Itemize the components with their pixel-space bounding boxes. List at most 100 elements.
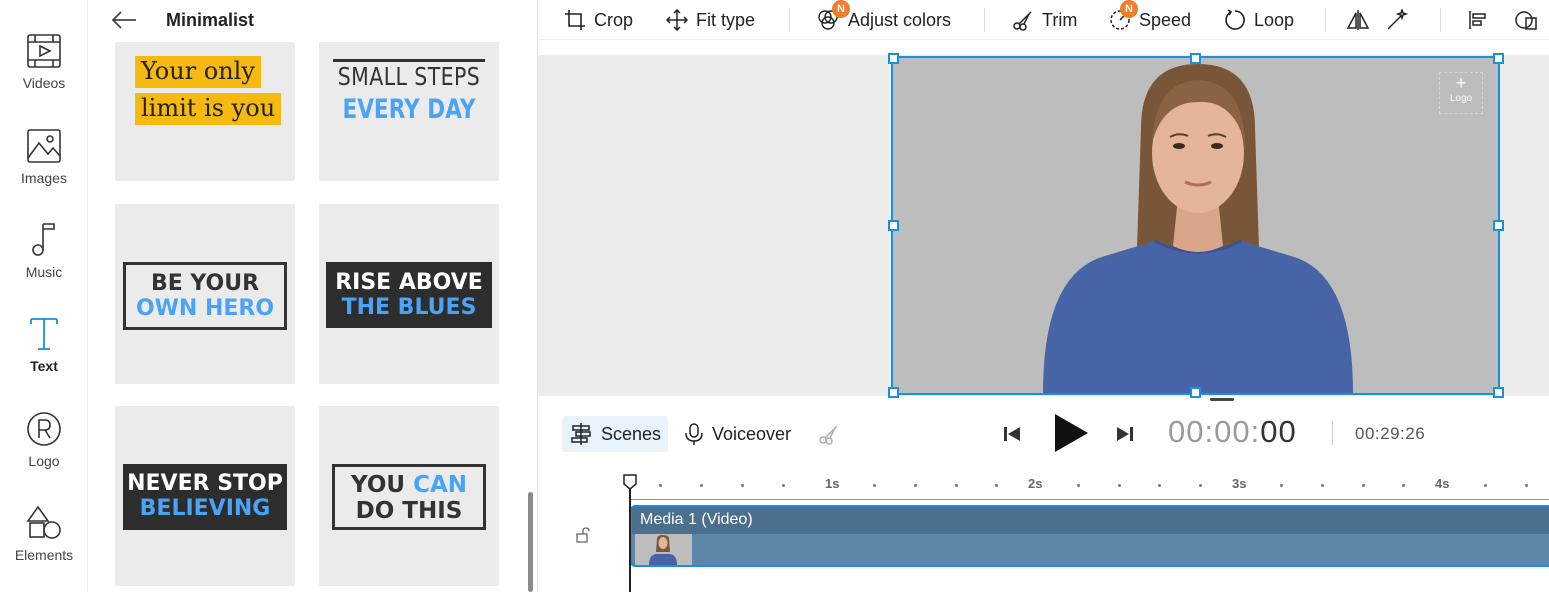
ruler-tick [995,484,998,487]
resize-handle-left[interactable] [888,220,899,231]
template-word: CAN [413,472,468,498]
template-line: DO THIS [355,498,463,525]
resize-handle-top-right[interactable] [1493,53,1504,64]
template-card-never-stop[interactable]: NEVER STOP BELIEVING [115,406,295,586]
template-word: YOU [350,472,406,498]
ruler-tick [1280,484,1283,487]
rail-item-music[interactable]: Music [0,222,88,280]
resize-handle-bottom-left[interactable] [888,387,899,398]
current-time: 00:00:00 [1168,414,1297,450]
trim-button[interactable]: Trim [1012,0,1077,40]
ruler-tick [1402,484,1405,487]
back-arrow-icon[interactable] [110,8,138,32]
text-templates-panel: Minimalist Your only limit is you SMALL … [88,0,538,592]
ruler-tick [1158,484,1161,487]
ruler-tick [1362,484,1365,487]
ruler-progress-line [630,499,1549,500]
resize-handle-right[interactable] [1493,220,1504,231]
template-box: YOU CAN DO THIS [332,464,486,530]
resize-handle-bottom[interactable] [1190,387,1201,398]
scissors-icon [1013,11,1032,31]
track-title: Media 1 (Video) [632,507,1549,534]
video-canvas[interactable]: + Logo [891,56,1500,395]
template-line: THE BLUES [341,295,477,321]
ruler-tick [1077,484,1080,487]
shape-overlap-icon [1515,11,1537,30]
template-card-your-only-limit[interactable]: Your only limit is you [115,42,295,181]
loop-icon [1225,9,1245,30]
panel-scrollbar[interactable] [528,492,533,592]
speed-label: Speed [1139,9,1192,30]
speed-button[interactable]: Speed N [1109,0,1191,40]
rail-item-videos[interactable]: Videos [0,33,88,91]
image-icon [27,129,61,163]
new-badge: N [832,0,850,18]
unlock-icon[interactable] [575,527,591,543]
template-line: EVERY DAY [342,94,476,125]
loop-button[interactable]: Loop [1224,0,1294,40]
rail-item-text[interactable]: Text [0,316,88,374]
fit-type-button[interactable]: Fit type [666,0,755,40]
split-scissors-icon[interactable] [818,423,840,445]
magic-wand-button[interactable] [1385,0,1409,40]
align-left-icon [1469,11,1486,29]
timeline-ruler[interactable]: 1s 2s 3s 4s [538,472,1549,498]
adjust-colors-label: Adjust colors [848,9,952,30]
ruler-label: 2s [1028,476,1043,491]
template-card-rise-above[interactable]: RISE ABOVE THE BLUES [319,204,499,384]
shapes-icon [26,505,61,539]
current-time-frames: 00 [1260,414,1297,449]
skip-back-icon[interactable] [1002,424,1022,444]
scenes-button[interactable]: Scenes [562,416,669,452]
playhead-line [629,488,631,592]
voiceover-label: Voiceover [712,423,792,444]
template-card-small-steps[interactable]: SMALL STEPS EVERY DAY [319,42,499,181]
ruler-tick [700,484,703,487]
rail-label: Videos [22,75,66,91]
adjust-colors-button[interactable]: Adjust colors N [816,0,951,40]
ruler-tick [1484,484,1487,487]
clip-thumbnail [635,534,692,565]
template-line: SMALL STEPS [337,62,481,91]
play-icon[interactable] [1052,412,1090,454]
scenes-label: Scenes [601,423,662,444]
rail-item-logo[interactable]: Logo [0,411,88,469]
clip-thumbnail-image [635,534,692,565]
media-track-clip[interactable]: Media 1 (Video) [630,505,1549,567]
move-arrows-icon [666,9,688,31]
flip-icon [1346,10,1370,30]
panel-title: Minimalist [166,10,255,30]
rail-item-elements[interactable]: Elements [0,505,88,563]
rail-item-images[interactable]: Images [0,128,88,186]
resize-handle-bottom-right[interactable] [1493,387,1504,398]
rail-label: Elements [14,547,74,563]
align-button[interactable] [1467,0,1489,40]
ruler-tick [741,484,744,487]
logo-placeholder-label: Logo [1449,93,1473,104]
panel-header: Minimalist [88,0,537,42]
ruler-tick [873,484,876,487]
resize-divider-handle[interactable] [1210,398,1234,401]
shape-button[interactable] [1514,0,1538,40]
template-card-you-can-do-this[interactable]: YOU CAN DO THIS [319,406,499,586]
scenes-icon [571,423,591,445]
template-line: YOU CAN [335,472,483,498]
preview-stage: + Logo [538,53,1549,398]
music-note-icon [32,223,55,256]
text-icon [30,318,58,350]
template-box: NEVER STOP BELIEVING [123,464,287,530]
fit-type-label: Fit type [696,9,756,30]
toolbar-separator [1325,8,1326,32]
total-duration: 00:29:26 [1355,424,1426,443]
template-box: BE YOUR OWN HERO [123,262,287,330]
microphone-icon [685,423,703,445]
template-card-be-your-own-hero[interactable]: BE YOUR OWN HERO [115,204,295,384]
resize-handle-top-left[interactable] [888,53,899,64]
resize-handle-top[interactable] [1190,53,1201,64]
skip-forward-icon[interactable] [1115,424,1135,444]
voiceover-button[interactable]: Voiceover [684,416,791,452]
logo-placeholder[interactable]: + Logo [1439,72,1483,114]
flip-button[interactable] [1346,0,1370,40]
playhead-handle-icon[interactable] [623,474,637,490]
crop-button[interactable]: Crop [564,0,633,40]
